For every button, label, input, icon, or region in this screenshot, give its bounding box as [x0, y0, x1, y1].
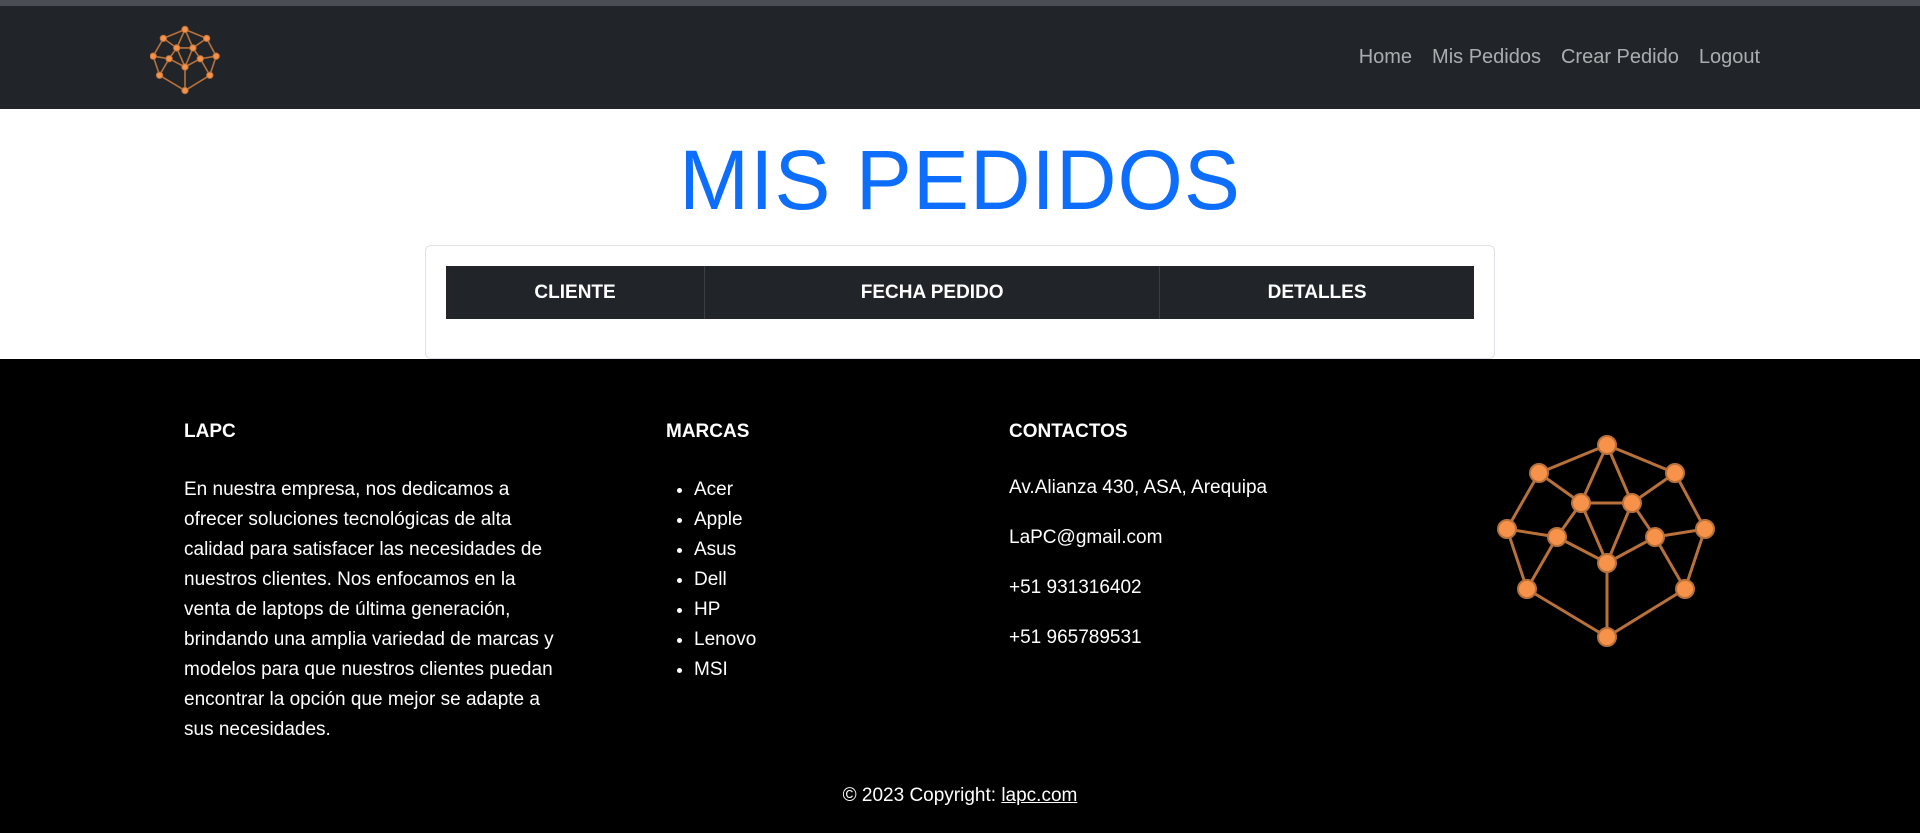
contact-phone-2: +51 965789531: [1009, 627, 1142, 648]
footer-about-heading: LAPC: [184, 421, 236, 442]
brand-list: Acer Apple Asus Dell HP Lenovo MSI: [666, 475, 756, 685]
footer-about-text: En nuestra empresa, nos dedicamos a ofre…: [184, 479, 554, 740]
brand-item-hp: HP: [694, 595, 756, 625]
network-brain-logo-icon[interactable]: [150, 24, 220, 96]
orders-table: CLIENTE FECHA PEDIDO DETALLES: [446, 266, 1474, 319]
column-header-cliente[interactable]: CLIENTE: [446, 266, 706, 319]
brand-item-apple: Apple: [694, 505, 756, 535]
brand-item-dell: Dell: [694, 565, 756, 595]
table-header-row: CLIENTE FECHA PEDIDO DETALLES: [446, 266, 1474, 319]
copyright-link[interactable]: lapc.com: [1001, 785, 1077, 806]
brand-item-lenovo: Lenovo: [694, 625, 756, 655]
footer: LAPC En nuestra empresa, nos dedicamos a…: [0, 359, 1920, 833]
contact-phone-1: +51 931316402: [1009, 577, 1142, 598]
contact-address: Av.Alianza 430, ASA, Arequipa: [1009, 477, 1268, 498]
column-header-detalles[interactable]: DETALLES: [1159, 266, 1474, 319]
nav-link-logout[interactable]: Logout: [1699, 46, 1760, 69]
brand-item-asus: Asus: [694, 535, 756, 565]
footer-brands-heading: MARCAS: [666, 421, 750, 442]
copyright: © 2023 Copyright: lapc.com: [0, 785, 1920, 807]
orders-card: CLIENTE FECHA PEDIDO DETALLES: [425, 245, 1495, 359]
nav-link-crear-pedido[interactable]: Crear Pedido: [1561, 46, 1679, 69]
footer-contacts-heading: CONTACTOS: [1009, 421, 1128, 442]
brand-item-acer: Acer: [694, 475, 756, 505]
contact-email: LaPC@gmail.com: [1009, 527, 1163, 548]
copyright-text: © 2023 Copyright:: [842, 785, 1002, 806]
nav-links: Home Mis Pedidos Crear Pedido Logout: [1359, 6, 1760, 109]
nav-link-mis-pedidos[interactable]: Mis Pedidos: [1432, 46, 1541, 69]
network-brain-logo-icon: [1497, 435, 1715, 647]
page-title: MIS PEDIDOS: [679, 133, 1241, 227]
navbar: Home Mis Pedidos Crear Pedido Logout: [0, 6, 1920, 109]
nav-link-home[interactable]: Home: [1359, 46, 1412, 69]
column-header-fecha-pedido[interactable]: FECHA PEDIDO: [704, 266, 1161, 319]
brand-item-msi: MSI: [694, 655, 756, 685]
